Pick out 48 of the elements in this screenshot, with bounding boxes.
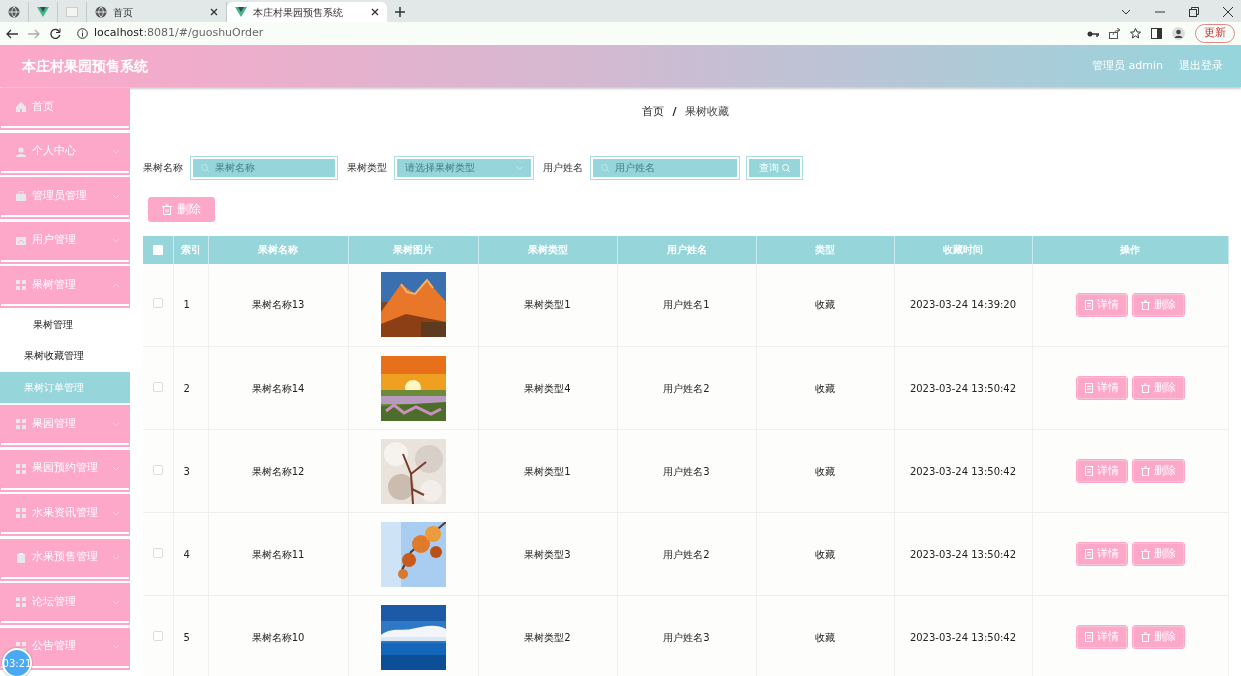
table-cell: 果树类型4 xyxy=(478,346,617,430)
table-cell: 收藏 xyxy=(756,263,894,347)
table-cell: 用户姓名3 xyxy=(617,429,756,513)
table-cell: 2023-03-24 14:39:20 xyxy=(894,263,1032,347)
table-cell: 收藏 xyxy=(756,429,894,513)
table-cell: 果树名称13 xyxy=(208,263,348,347)
user-label: 管理员 admin xyxy=(1092,57,1163,74)
column-header: 索引 xyxy=(173,235,208,264)
table-cell: 2023-03-24 13:50:42 xyxy=(894,346,1032,430)
table-cell: 果树名称10 xyxy=(208,595,348,676)
table-cell: 果树类型1 xyxy=(478,429,617,513)
table-cell: 1 xyxy=(173,263,208,347)
table-cell: 2023-03-24 13:50:42 xyxy=(894,512,1032,596)
filter-label: 用户姓名 xyxy=(543,161,583,175)
table-cell: 果树类型2 xyxy=(478,595,617,676)
tab-title: 首页 xyxy=(113,5,134,20)
table-cell: 用户姓名2 xyxy=(617,512,756,596)
table-cell: 收藏 xyxy=(756,595,894,676)
app-title: 本庄村果园预售系统 xyxy=(22,56,149,76)
breadcrumb-item: 果树收藏 xyxy=(684,104,729,120)
filter-label: 果树类型 xyxy=(347,161,387,175)
table-cell: 4 xyxy=(173,512,208,596)
table-cell: 2023-03-24 13:50:42 xyxy=(894,429,1032,513)
table-cell: 2 xyxy=(173,346,208,430)
table-cell: 果树名称12 xyxy=(208,429,348,513)
table-cell: 5 xyxy=(173,595,208,676)
table-cell: 3 xyxy=(173,429,208,513)
table-cell: 果树类型1 xyxy=(478,263,617,347)
table-cell: 果树名称14 xyxy=(208,346,348,430)
table-cell: 用户姓名1 xyxy=(617,263,756,347)
breadcrumb-separator: / xyxy=(672,104,677,120)
table-cell: 收藏 xyxy=(756,512,894,596)
column-header: 收藏时间 xyxy=(894,235,1032,264)
column-header: 用户姓名 xyxy=(617,235,756,264)
column-header: 操作 xyxy=(1032,235,1228,264)
table-cell: 果树名称11 xyxy=(208,512,348,596)
column-header: 果树类型 xyxy=(478,235,617,264)
tab-title: 本庄村果园预售系统 xyxy=(253,5,344,20)
table-cell: 用户姓名2 xyxy=(617,346,756,430)
column-header: 类型 xyxy=(756,235,894,264)
table-cell: 用户姓名3 xyxy=(617,595,756,676)
table-cell: 收藏 xyxy=(756,346,894,430)
table-cell: 2023-03-24 13:50:42 xyxy=(894,595,1032,676)
table-cell: 果树类型3 xyxy=(478,512,617,596)
column-header: 果树图片 xyxy=(348,235,478,264)
url-text: localhost:8081/#/guoshuOrder xyxy=(94,25,264,42)
column-header: 果树名称 xyxy=(208,235,348,264)
filter-label: 果树名称 xyxy=(143,161,183,175)
